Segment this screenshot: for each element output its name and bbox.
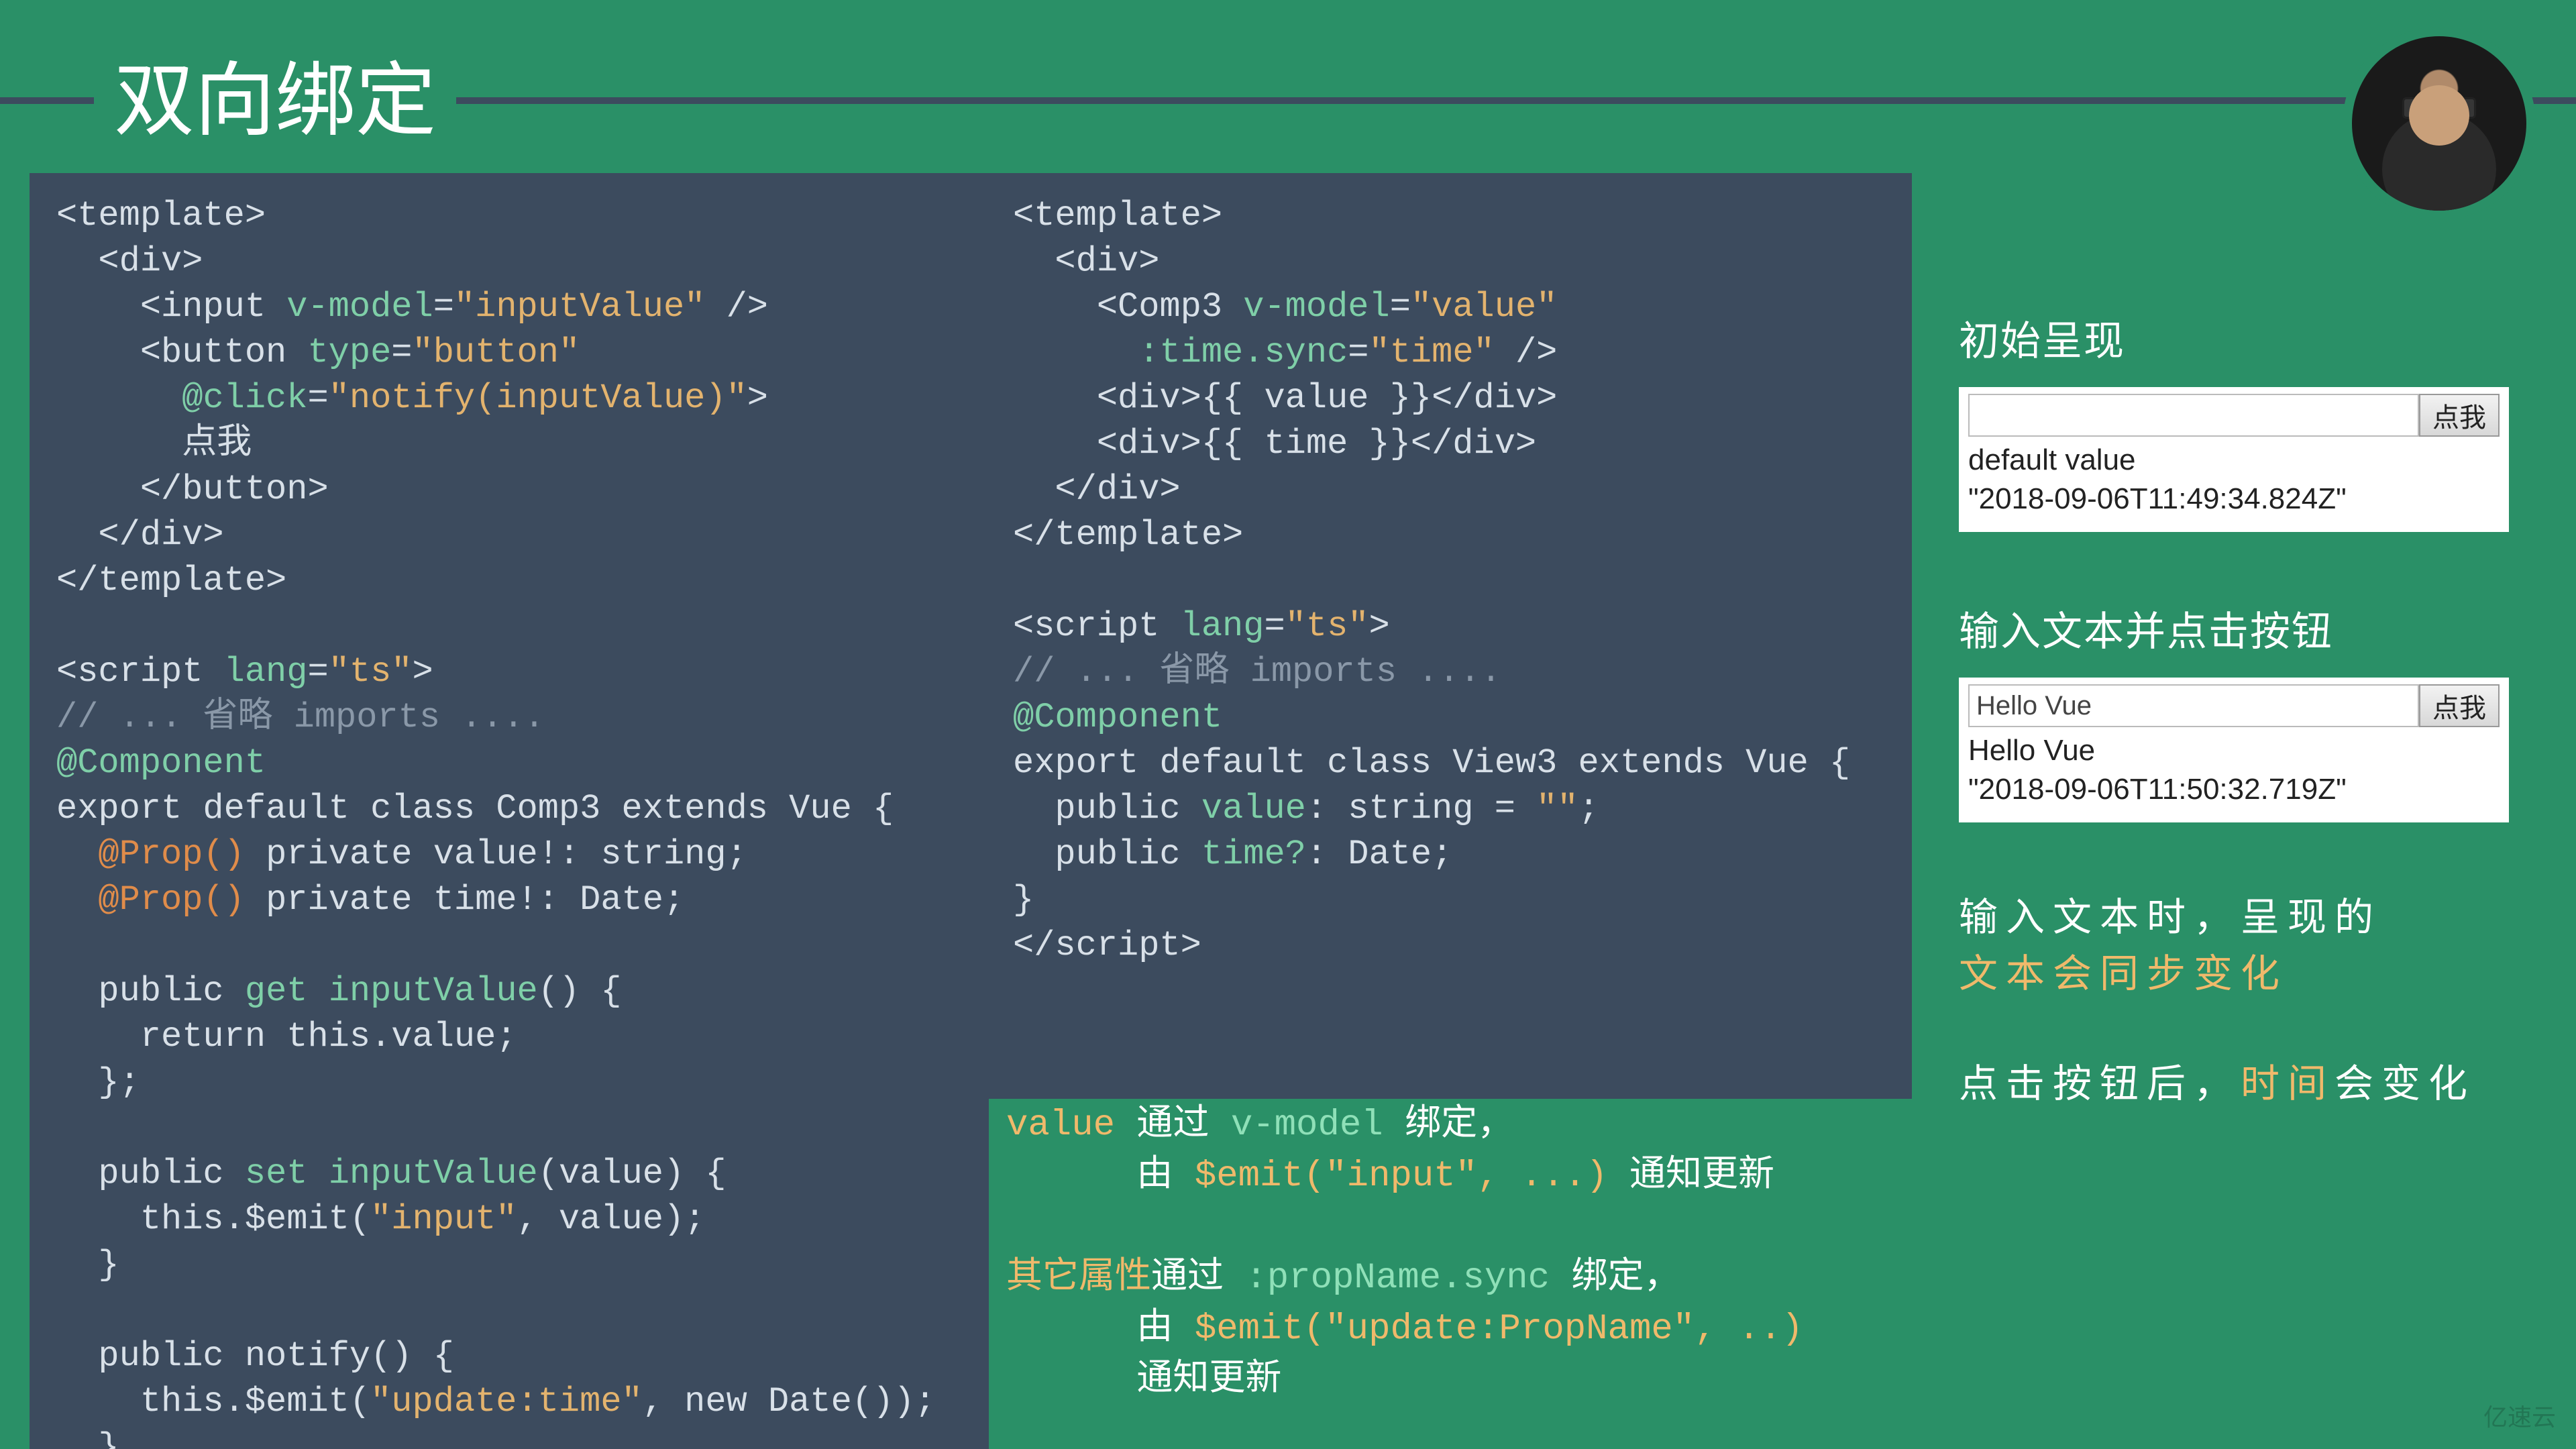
side-note-a2: 文本会同步变化 [1959,952,2288,996]
side-note-b2: 时间 [2241,1062,2334,1106]
demo-output-value-initial: default value [1968,441,2500,480]
demo-output-time-initial: "2018-09-06T11:49:34.824Z" [1968,480,2500,519]
side-note-text-sync: 输入文本时，呈现的 文本会同步变化 [1959,890,2509,1002]
code-panel-view3: <template> <div> <Comp3 v-model="value" … [986,173,1912,1099]
title-rule-right [456,97,2576,104]
demo-input-after[interactable] [1968,684,2419,727]
demo-input-initial[interactable] [1968,394,2419,437]
code-panel-comp3: <template> <div> <input v-model="inputVa… [30,173,989,1449]
code-block-view3: <template> <div> <Comp3 v-model="value" … [1013,193,1885,969]
code-block-comp3: <template> <div> <input v-model="inputVa… [56,193,962,1449]
demo-output-time-after: "2018-09-06T11:50:32.719Z" [1968,770,2500,809]
binding-notes: value 通过 v-model 绑定， 由 $emit("input", ..… [1006,1100,1865,1406]
side-note-b1: 点击按钮后， [1959,1062,2241,1106]
avatar-glasses-icon [2402,97,2476,115]
watermark: 亿速云 [2483,1398,2556,1433]
title-bar: 双向绑定 [0,54,2576,148]
demo-button-initial[interactable]: 点我 [2419,394,2500,437]
side-note-time-change: 点击按钮后，时间会变化 [1959,1056,2509,1112]
demo-output-value-after: Hello Vue [1968,731,2500,770]
demo-box-after: 点我 Hello Vue "2018-09-06T11:50:32.719Z" [1959,678,2509,822]
demo-column: 初始呈现 点我 default value "2018-09-06T11:49:… [1959,309,2509,1166]
demo-heading-initial: 初始呈现 [1959,309,2509,367]
demo-heading-after: 输入文本并点击按钮 [1959,599,2509,657]
slide-title: 双向绑定 [94,60,456,141]
title-rule-left [0,97,94,104]
presenter-avatar [2343,27,2536,220]
demo-box-initial: 点我 default value "2018-09-06T11:49:34.82… [1959,387,2509,532]
side-note-b3: 会变化 [2334,1062,2475,1106]
side-note-a1: 输入文本时，呈现的 [1959,896,2381,939]
demo-button-after[interactable]: 点我 [2419,684,2500,727]
